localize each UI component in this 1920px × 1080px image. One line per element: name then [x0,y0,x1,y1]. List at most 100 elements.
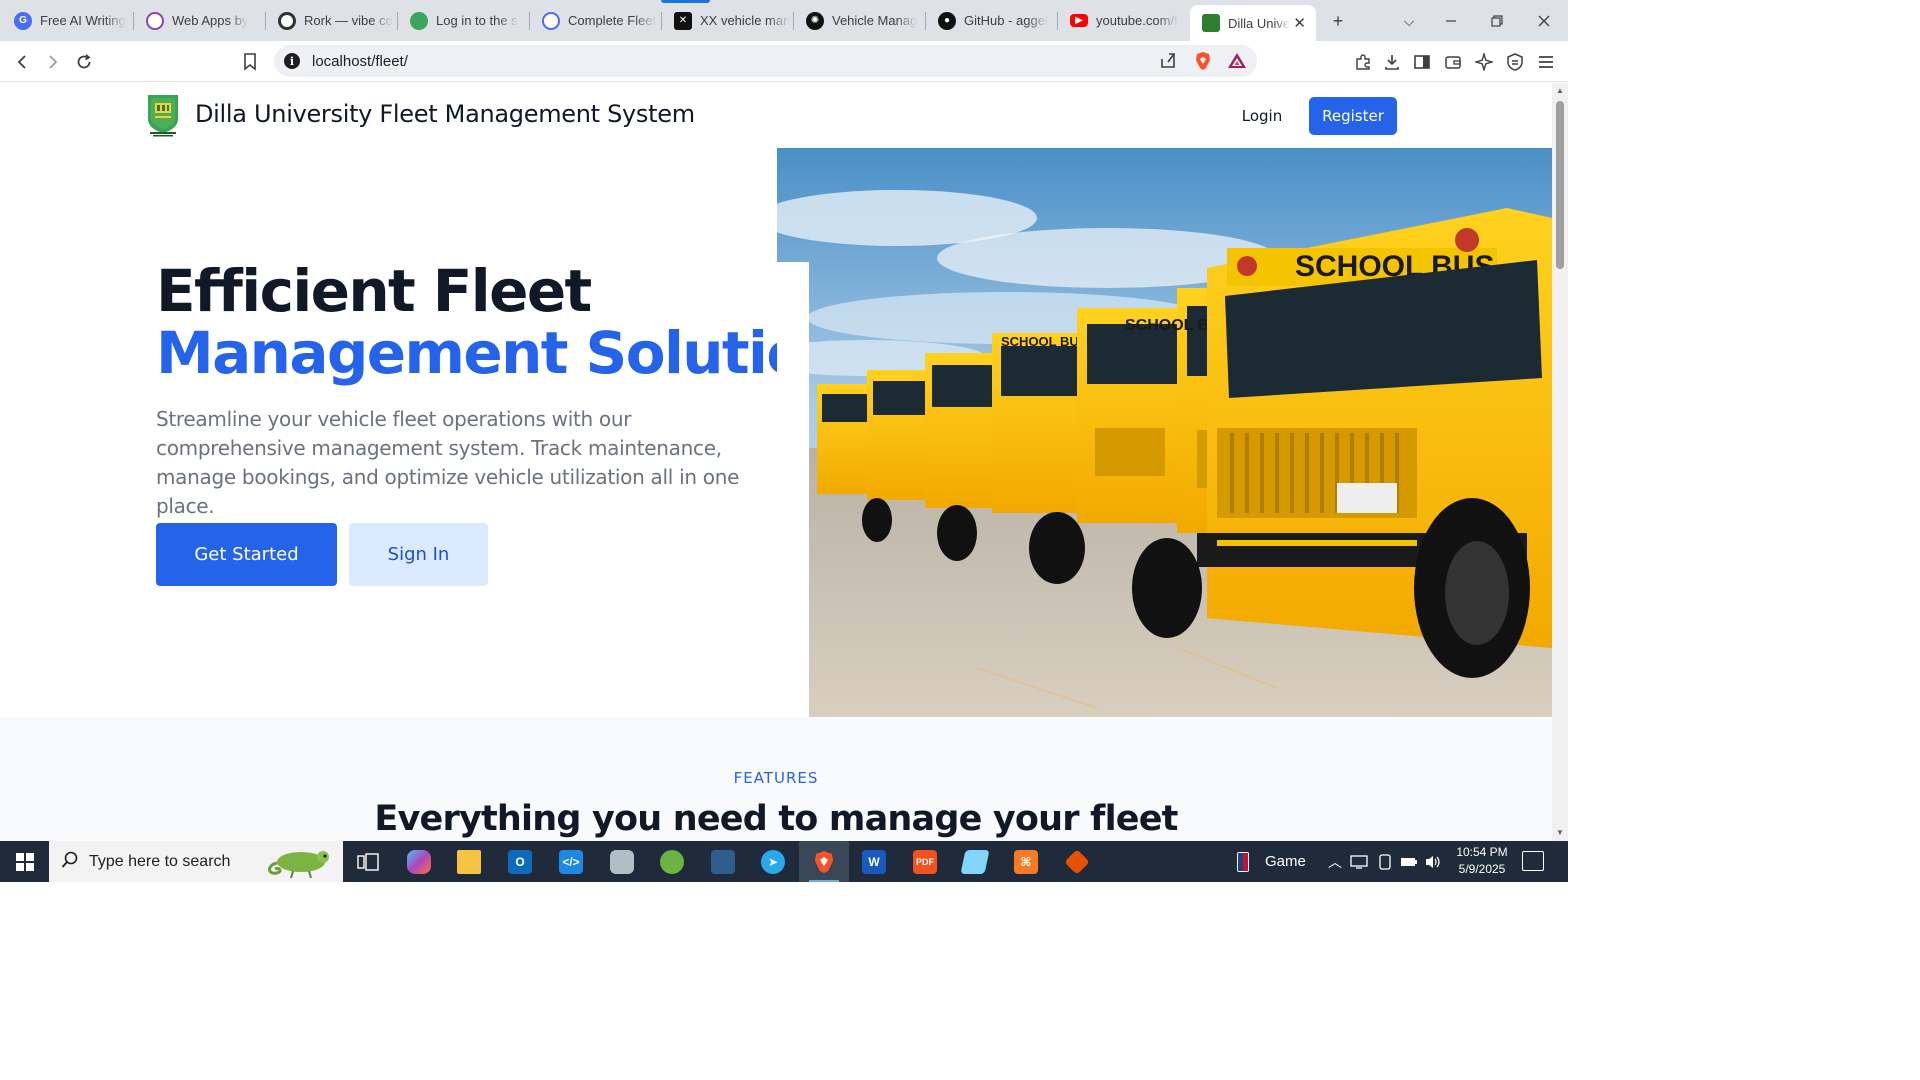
back-arrow-icon[interactable] [9,49,35,75]
leo-ai-icon[interactable] [1471,49,1497,75]
browser-tab-6[interactable]: ✺ Vehicle Manag [794,5,924,36]
clock-date: 5/9/2025 [1458,862,1506,876]
close-window-icon[interactable] [1531,8,1557,34]
database-app-icon[interactable] [597,841,647,882]
get-started-button[interactable]: Get Started [156,523,337,586]
dilla-university-icon [1202,14,1220,32]
brave-rewards-icon[interactable] [1227,51,1247,71]
browser-tab-active[interactable]: Dilla Unive ✕ [1190,5,1316,41]
sidebar-toggle-icon[interactable] [1409,49,1435,75]
file-explorer-icon[interactable] [444,841,494,882]
tab-title: Dilla Unive [1228,15,1291,31]
git-client-icon[interactable] [1052,841,1102,882]
mysql-workbench-icon[interactable] [698,841,748,882]
network-icon[interactable] [1350,841,1368,882]
site-info-icon[interactable]: i [284,53,300,69]
browser-tab-0[interactable]: G Free AI Writing [2,5,132,36]
word-icon[interactable]: W [849,841,899,882]
scroll-down-arrow-icon[interactable]: ▼ [1555,828,1565,838]
university-logo[interactable] [146,93,180,137]
forward-arrow-icon[interactable] [40,49,66,75]
browser-tab-8[interactable]: ▶ youtube.com/f [1058,5,1188,36]
browser-tab-3[interactable]: Log in to the s [398,5,528,36]
extensions-icon[interactable] [1350,49,1376,75]
start-button[interactable] [0,841,49,882]
site-header: Dilla University Fleet Management System… [0,83,1552,148]
browser-tab-5[interactable]: ✕ XX vehicle man [662,5,792,36]
new-tab-button[interactable]: + [1325,8,1351,34]
vscode-icon[interactable]: </> [546,841,596,882]
tab-loading-indicator [661,0,710,3]
browser-tab-1[interactable]: Web Apps by [134,5,264,36]
openai-icon: ✺ [806,11,824,30]
reload-icon[interactable] [71,49,97,75]
login-site-icon [410,11,428,30]
volume-icon[interactable] [1424,841,1442,882]
outlook-icon[interactable]: O [495,841,545,882]
device-icon[interactable] [1378,841,1392,882]
taskbar-clock[interactable]: 10:54 PM 5/9/2025 [1452,844,1512,878]
windows-taskbar: Type here to search O </> ➤ W PDF ⌘ Game… [0,841,1568,882]
notification-center-icon[interactable] [1522,851,1544,871]
tab-search-chevron-icon[interactable]: ⌵ [1396,8,1422,34]
tab-title: Log in to the s [436,13,518,28]
nba-widget-icon[interactable] [1236,841,1250,882]
site-brand-title[interactable]: Dilla University Fleet Management System [195,100,695,128]
brave-browser-taskbar-icon[interactable] [799,841,849,882]
hero-school-bus-image: SCHOOL BUS SCHOOL BUS SCHOOL BUS [777,148,1552,717]
telegram-icon[interactable]: ➤ [748,841,798,882]
github-icon: ● [938,11,956,30]
tab-title: GitHub - aggel [964,13,1048,28]
xampp-icon[interactable]: ⌘ [1001,841,1051,882]
battery-icon[interactable] [1400,841,1418,882]
pdf-reader-icon[interactable]: PDF [900,841,950,882]
tab-title: Web Apps by [172,13,249,28]
url-text[interactable]: localhost/fleet/ [312,53,408,70]
ai-writing-icon: G [14,11,32,30]
minimize-window-icon[interactable] [1438,8,1464,34]
share-icon[interactable] [1159,51,1177,74]
hero-title-line1: Efficient Fleet [156,257,592,325]
menu-hamburger-icon[interactable] [1533,49,1559,75]
browser-tab-4[interactable]: Complete Fleet [530,5,660,36]
tab-title: Complete Fleet [568,13,657,28]
browser-tab-strip: G Free AI Writing Web Apps by Rork — vib… [0,0,1568,41]
search-icon [61,851,79,874]
tab-title: Free AI Writing [40,13,126,28]
page-scrollbar[interactable]: ▲ ▼ [1552,83,1568,841]
taskbar-search-placeholder: Type here to search [89,853,231,870]
spring-tool-icon[interactable] [647,841,697,882]
hero-title: Efficient Fleet Management Solution [156,257,846,384]
login-link[interactable]: Login [1228,97,1296,135]
windows-logo-icon [15,852,34,871]
clock-time: 10:54 PM [1456,845,1508,859]
vpn-shield-icon[interactable] [1502,49,1528,75]
copilot-app-icon[interactable] [394,841,444,882]
sign-in-button[interactable]: Sign In [349,523,488,586]
taskbar-search-box[interactable]: Type here to search [49,841,343,882]
bookmark-icon[interactable] [237,49,263,75]
chameleon-search-highlight-icon [268,851,329,879]
show-hidden-icons-chevron-icon[interactable]: ︿ [1328,841,1342,882]
page-viewport: Dilla University Fleet Management System… [0,83,1552,841]
tab-title: Rork — vibe co [304,13,393,28]
brave-shields-icon[interactable] [1193,51,1213,71]
scroll-up-arrow-icon[interactable]: ▲ [1555,86,1565,96]
address-bar[interactable]: i localhost/fleet/ [274,45,1257,77]
browser-tab-7[interactable]: ● GitHub - aggel [926,5,1056,36]
download-icon[interactable] [1379,49,1405,75]
browser-tab-2[interactable]: Rork — vibe co [266,5,396,36]
restore-window-icon[interactable] [1484,8,1510,34]
web-apps-icon [146,11,164,30]
image-notch [777,262,809,717]
xx-icon: ✕ [674,11,692,30]
tab-title: XX vehicle man [700,13,791,28]
register-button[interactable]: Register [1309,97,1397,135]
close-tab-icon[interactable]: ✕ [1293,14,1306,32]
game-widget-label[interactable]: Game [1265,841,1306,882]
scroll-thumb[interactable] [1556,101,1564,269]
task-view-icon[interactable] [343,841,393,882]
wallet-icon[interactable] [1440,49,1466,75]
notes-app-icon[interactable] [950,841,1000,882]
rork-icon [278,11,296,30]
